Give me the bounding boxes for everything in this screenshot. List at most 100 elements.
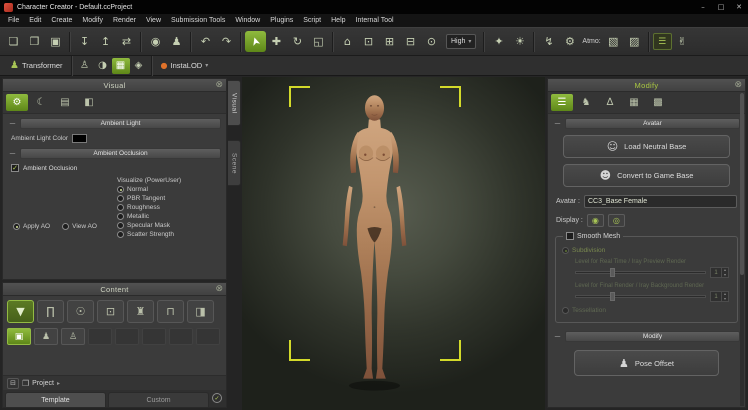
background-settings-tab-icon[interactable]: ▤ <box>54 94 76 111</box>
eye-visible-icon[interactable]: ◉ <box>587 214 604 227</box>
menu-create[interactable]: Create <box>46 17 77 24</box>
visualize-option-scatter-strength[interactable]: Scatter Strength <box>117 231 222 238</box>
export-button[interactable]: ↥ <box>95 31 116 52</box>
character-model[interactable] <box>332 88 417 400</box>
modify-avatar-tab-icon[interactable]: ☰ <box>551 94 573 111</box>
menu-view[interactable]: View <box>141 17 166 24</box>
confirm-icon[interactable]: ✓ <box>212 393 222 403</box>
menu-edit[interactable]: Edit <box>24 17 46 24</box>
minimize-button[interactable]: – <box>694 0 712 14</box>
prop-category-icon[interactable]: ⊓ <box>157 300 184 323</box>
tree-toggle-icon[interactable]: ⊟ <box>7 378 19 389</box>
undo-button[interactable]: ↶ <box>195 31 216 52</box>
slider-thumb[interactable] <box>610 268 615 277</box>
scale-tool-button[interactable]: ◱ <box>308 31 329 52</box>
accessory-category-icon[interactable]: ⊡ <box>97 300 124 323</box>
pose-offset-button[interactable]: ♟ Pose Offset <box>574 350 719 376</box>
section-header[interactable]: Avatar <box>565 118 740 129</box>
maximize-button[interactable]: □ <box>712 0 730 14</box>
spin-down-icon[interactable]: ▾ <box>722 273 728 278</box>
slider-thumb[interactable] <box>610 292 615 301</box>
stage-category-icon[interactable]: ◨ <box>187 300 214 323</box>
mesh-edit-tool-button[interactable]: ▦ <box>112 58 130 74</box>
apply-ao-radio[interactable]: Apply AO <box>13 223 50 230</box>
atmosphere-settings-button[interactable]: ⚙ <box>559 31 580 52</box>
visual-panel-header[interactable]: Visual ⊗ <box>3 79 226 92</box>
appearance-tool-button[interactable]: ◑ <box>94 58 112 74</box>
menu-submission-tools[interactable]: Submission Tools <box>166 17 230 24</box>
scrollbar-thumb[interactable] <box>740 93 744 275</box>
content-panel-header[interactable]: Content ⊗ <box>3 283 226 296</box>
atmo-toggle-a-button[interactable]: ▧ <box>603 31 624 52</box>
import-button[interactable]: ↧ <box>74 31 95 52</box>
close-panel-icon[interactable]: ⊗ <box>215 284 223 294</box>
instalod-button[interactable]: ● InstaLOD ▾ <box>156 61 214 70</box>
breadcrumb-label[interactable]: Project <box>32 380 54 387</box>
menu-help[interactable]: Help <box>326 17 350 24</box>
tessellation-radio[interactable]: Tessellation <box>562 307 731 314</box>
redo-button[interactable]: ↷ <box>216 31 237 52</box>
collapse-icon[interactable]: — <box>553 120 562 127</box>
visualize-option-normal[interactable]: Normal <box>117 186 222 193</box>
close-panel-icon[interactable]: ⊗ <box>734 80 742 90</box>
eye-outline-icon[interactable]: ◎ <box>608 214 625 227</box>
atmo-toggle-b-button[interactable]: ▨ <box>624 31 645 52</box>
ambient-light-color-swatch[interactable] <box>72 134 87 143</box>
visualize-option-pbr-tangent[interactable]: PBR Tangent <box>117 195 222 202</box>
save-project-button[interactable]: ▣ <box>45 31 66 52</box>
section-header[interactable]: Ambient Light <box>20 118 221 129</box>
level-preview-spinner[interactable]: 1 ▴ ▾ <box>710 267 729 278</box>
light-button[interactable]: ✦ <box>488 31 509 52</box>
render-image-button[interactable]: ◉ <box>145 31 166 52</box>
select-tool-button[interactable]: ➤ <box>245 31 266 52</box>
level-final-spinner[interactable]: 1 ▴ ▾ <box>710 291 729 302</box>
section-header[interactable]: Ambient Occlusion <box>20 148 221 159</box>
smooth-mesh-checkbox[interactable] <box>566 232 574 240</box>
ambient-occlusion-checkbox[interactable]: ✓ <box>11 164 19 172</box>
hand-tool-button[interactable]: ✌ <box>672 31 693 52</box>
sun-brightness-button[interactable]: ☀ <box>509 31 530 52</box>
tab-custom[interactable]: Custom <box>108 392 209 407</box>
avatar-name-field[interactable]: CC3_Base Female <box>584 195 737 208</box>
modify-panel-header[interactable]: Modify ⊗ <box>548 79 745 92</box>
view-ao-radio[interactable]: View AO <box>62 223 97 230</box>
uv-tool-button[interactable]: ◈ <box>130 58 148 74</box>
move-tool-button[interactable]: ✚ <box>266 31 287 52</box>
convert-to-game-base-button[interactable]: ☻ Convert to Game Base <box>563 164 730 187</box>
visualize-option-metallic[interactable]: Metallic <box>117 213 222 220</box>
visualize-option-specular-mask[interactable]: Specular Mask <box>117 222 222 229</box>
proportion-tab-icon[interactable]: ∆ <box>599 94 621 111</box>
tab-template[interactable]: Template <box>5 392 106 407</box>
menu-script[interactable]: Script <box>298 17 326 24</box>
spin-down-icon[interactable]: ▾ <box>722 297 728 302</box>
section-header[interactable]: Modify <box>565 331 740 342</box>
open-project-button[interactable]: ❐ <box>24 31 45 52</box>
menu-internal-tool[interactable]: Internal Tool <box>351 17 399 24</box>
expand-view-button[interactable]: ⊞ <box>379 31 400 52</box>
level-preview-slider[interactable] <box>575 271 706 274</box>
close-panel-icon[interactable]: ⊗ <box>215 80 223 90</box>
quality-dropdown[interactable]: High ▾ <box>446 34 476 49</box>
actor-plus-items-icon[interactable]: ♙ <box>61 328 85 345</box>
rotate-tool-button[interactable]: ↻ <box>287 31 308 52</box>
shadow-settings-tab-icon[interactable]: ☾ <box>30 94 52 111</box>
pose-tool-button[interactable]: ♙ <box>76 58 94 74</box>
texture-tab-icon[interactable]: ▩ <box>647 94 669 111</box>
furniture-category-icon[interactable]: ♜ <box>127 300 154 323</box>
tab-scene[interactable]: Scene <box>228 140 241 186</box>
home-view-button[interactable]: ⌂ <box>337 31 358 52</box>
character-category-icon[interactable]: ∏ <box>37 300 64 323</box>
preview-character-button[interactable]: ♟ <box>166 31 187 52</box>
menu-render[interactable]: Render <box>108 17 141 24</box>
viewport-3d[interactable] <box>242 77 545 410</box>
cloth-category-icon[interactable]: ▼ <box>7 300 34 323</box>
transformer-button[interactable]: ♟ Transformer <box>5 60 68 71</box>
menu-plugins[interactable]: Plugins <box>265 17 298 24</box>
modify-scrollbar[interactable] <box>740 93 744 406</box>
visualize-option-roughness[interactable]: Roughness <box>117 204 222 211</box>
pack-project-button[interactable]: ⇄ <box>116 31 137 52</box>
menu-modify[interactable]: Modify <box>77 17 108 24</box>
close-button[interactable]: ✕ <box>730 0 748 14</box>
adjust-panel-button[interactable]: ☰ <box>653 33 672 50</box>
shoe-category-icon[interactable]: ☉ <box>67 300 94 323</box>
